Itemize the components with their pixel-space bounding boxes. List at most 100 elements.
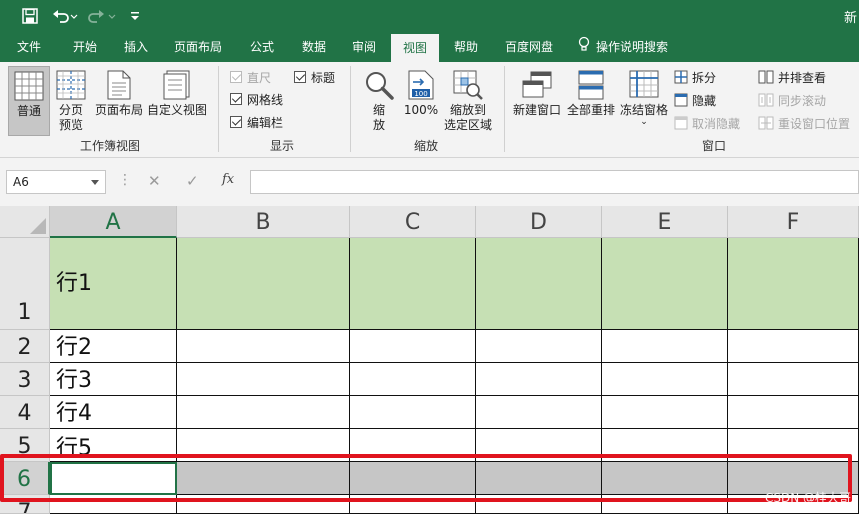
cell-a2[interactable]: 行2 [50,330,177,363]
select-all-button[interactable] [0,206,50,238]
tab-formulas[interactable]: 公式 [240,32,284,62]
redo-icon[interactable] [86,4,118,28]
insert-function-icon[interactable]: fx [222,172,234,187]
tab-tell-me[interactable]: 操作说明搜索 [578,32,688,62]
column-header-c[interactable]: C [350,206,476,238]
new-window-button[interactable]: 新建窗口 [510,66,564,136]
reset-window-position-button[interactable]: 重设窗口位置 [758,113,850,133]
tab-insert[interactable]: 插入 [114,32,158,62]
checkbox-box [230,71,242,83]
tab-home[interactable]: 开始 [62,32,108,62]
cell-d1[interactable] [476,238,602,330]
column-header-b[interactable]: B [177,206,350,238]
cell-c4[interactable] [350,396,476,429]
normal-view-icon [14,71,44,101]
custom-views-label: 自定义视图 [146,103,207,117]
cell-d2[interactable] [476,330,602,363]
synchronous-scrolling-button[interactable]: 同步滚动 [758,90,826,110]
ruler-checkbox[interactable]: 直尺 [230,68,271,86]
group-separator [504,66,505,152]
cell-e2[interactable] [602,330,728,363]
column-header-a[interactable]: A [50,206,177,238]
cell-b3[interactable] [177,363,350,396]
group-separator [350,66,351,152]
tell-me-label: 操作说明搜索 [596,40,669,54]
headings-checkbox[interactable]: 标题 [294,68,335,86]
cell-b4[interactable] [177,396,350,429]
zoom-to-selection-button[interactable]: 缩放到 选定区域 [440,66,496,136]
zoom-to-selection-icon [453,70,483,100]
custom-views-button[interactable]: 自定义视图 [146,66,208,136]
page-layout-view-button[interactable]: 页面布局 [92,66,146,136]
normal-view-button[interactable]: 普通 [8,66,50,136]
cell-f4[interactable] [728,396,859,429]
page-break-preview-button[interactable]: 分页 预览 [52,66,90,136]
column-header-e[interactable]: E [602,206,728,238]
undo-icon[interactable] [50,4,80,28]
cell-c2[interactable] [350,330,476,363]
column-header-f[interactable]: F [728,206,859,238]
chevron-down-icon[interactable] [91,180,99,185]
row-header-2[interactable]: 2 [0,330,50,363]
cell-a3[interactable]: 行3 [50,363,177,396]
column-header-d[interactable]: D [476,206,602,238]
tab-data[interactable]: 数据 [292,32,336,62]
lightbulb-icon [578,33,590,63]
arrange-all-label: 全部重排 [566,103,615,117]
headings-label: 标题 [311,70,336,85]
page-break-preview-label-1: 分页 [58,103,83,117]
row-header-4[interactable]: 4 [0,396,50,429]
cell-e1[interactable] [602,238,728,330]
gridlines-checkbox[interactable]: 网格线 [230,90,283,108]
zoom-label-2: 放 [372,118,385,132]
split-label: 拆分 [692,70,717,85]
confirm-entry-icon[interactable]: ✓ [186,172,199,190]
hide-window-button[interactable]: 隐藏 [674,90,716,110]
cell-b2[interactable] [177,330,350,363]
worksheet-grid: A B C D E F 1 行1 2 行2 3 行3 4 行4 5 行5 6 7 [0,206,859,514]
cell-d3[interactable] [476,363,602,396]
cell-b1[interactable] [177,238,350,330]
cell-d4[interactable] [476,396,602,429]
cancel-entry-icon[interactable]: ✕ [148,172,161,190]
tab-file[interactable]: 文件 [8,32,50,62]
show-group-label: 显示 [269,139,294,153]
cell-a1[interactable]: 行1 [50,238,177,330]
cell-f1[interactable] [728,238,859,330]
tab-baidu-netdisk[interactable]: 百度网盘 [496,32,562,62]
tab-view[interactable]: 视图 [391,34,439,62]
watermark: CSDN @桂大哥 [764,491,851,505]
row-header-3[interactable]: 3 [0,363,50,396]
customize-qat-icon[interactable] [126,4,144,28]
group-separator [218,66,219,152]
formula-input[interactable] [250,170,859,194]
cell-c3[interactable] [350,363,476,396]
unhide-window-button[interactable]: 取消隐藏 [674,113,740,133]
cell-e3[interactable] [602,363,728,396]
name-box[interactable]: A6 [6,170,106,194]
cell-a4[interactable]: 行4 [50,396,177,429]
arrange-all-button[interactable]: 全部重排 [564,66,618,136]
formula-bar-checkbox[interactable]: 编辑栏 [230,113,283,131]
cell-c1[interactable] [350,238,476,330]
hide-window-icon [674,93,688,107]
zoom-100-button[interactable]: 100 100% [402,66,440,136]
save-icon[interactable] [18,4,42,28]
tab-review[interactable]: 审阅 [342,32,386,62]
cell-e4[interactable] [602,396,728,429]
cell-f2[interactable] [728,330,859,363]
tab-page-layout[interactable]: 页面布局 [166,32,230,62]
split-button[interactable]: 拆分 [674,67,716,87]
formula-bar-grip-icon[interactable]: ⋮ [118,172,132,188]
unhide-window-icon [674,116,688,130]
freeze-panes-button[interactable]: 冻结窗格 ⌄ [618,66,670,136]
title-bar: 新 [0,0,859,32]
tab-help[interactable]: 帮助 [444,32,488,62]
view-side-by-side-label: 并排查看 [778,70,827,85]
view-side-by-side-button[interactable]: 并排查看 [758,67,826,87]
checkbox-box [230,116,242,128]
zoom-button[interactable]: 缩 放 [360,66,398,136]
row-header-1[interactable]: 1 [0,238,50,330]
window-group-label: 窗口 [701,139,726,153]
cell-f3[interactable] [728,363,859,396]
